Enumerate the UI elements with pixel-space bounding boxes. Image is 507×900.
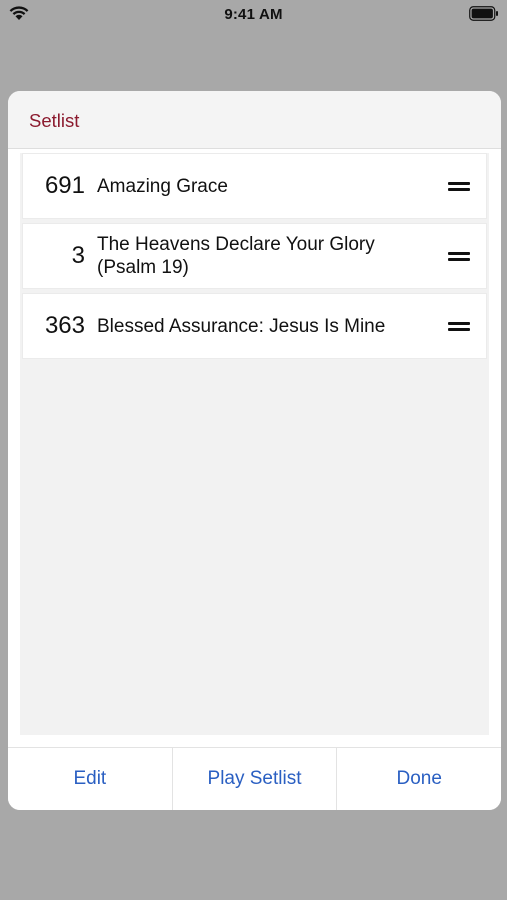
- setlist-list: 691 Amazing Grace 3 The Heavens Declare …: [20, 153, 489, 735]
- setlist-modal: Setlist 691 Amazing Grace 3 The Heavens …: [8, 91, 501, 810]
- drag-handle-icon[interactable]: [448, 321, 470, 331]
- song-title: Blessed Assurance: Jesus Is Mine: [97, 315, 386, 337]
- song-title: Amazing Grace: [97, 175, 228, 197]
- modal-title: Setlist: [29, 110, 80, 131]
- list-item[interactable]: 3 The Heavens Declare Your Glory (Psalm …: [22, 223, 487, 289]
- done-button[interactable]: Done: [337, 748, 501, 810]
- drag-handle-icon[interactable]: [448, 181, 470, 191]
- list-item[interactable]: 363 Blessed Assurance: Jesus Is Mine: [22, 293, 487, 359]
- status-time: 9:41 AM: [224, 6, 283, 23]
- song-number: 3: [71, 242, 85, 269]
- modal-header: Setlist: [8, 91, 501, 149]
- status-bar: 9:41 AM: [0, 0, 507, 28]
- edit-button[interactable]: Edit: [8, 748, 173, 810]
- play-setlist-button[interactable]: Play Setlist: [173, 748, 338, 810]
- drag-handle-icon[interactable]: [448, 251, 470, 261]
- list-item[interactable]: 691 Amazing Grace: [22, 153, 487, 219]
- song-title: The Heavens Declare Your Glory (Psalm 19…: [97, 234, 375, 278]
- battery-icon: [469, 6, 498, 21]
- song-number: 691: [44, 172, 85, 199]
- song-number: 363: [44, 312, 85, 339]
- modal-footer: Edit Play Setlist Done: [8, 747, 501, 810]
